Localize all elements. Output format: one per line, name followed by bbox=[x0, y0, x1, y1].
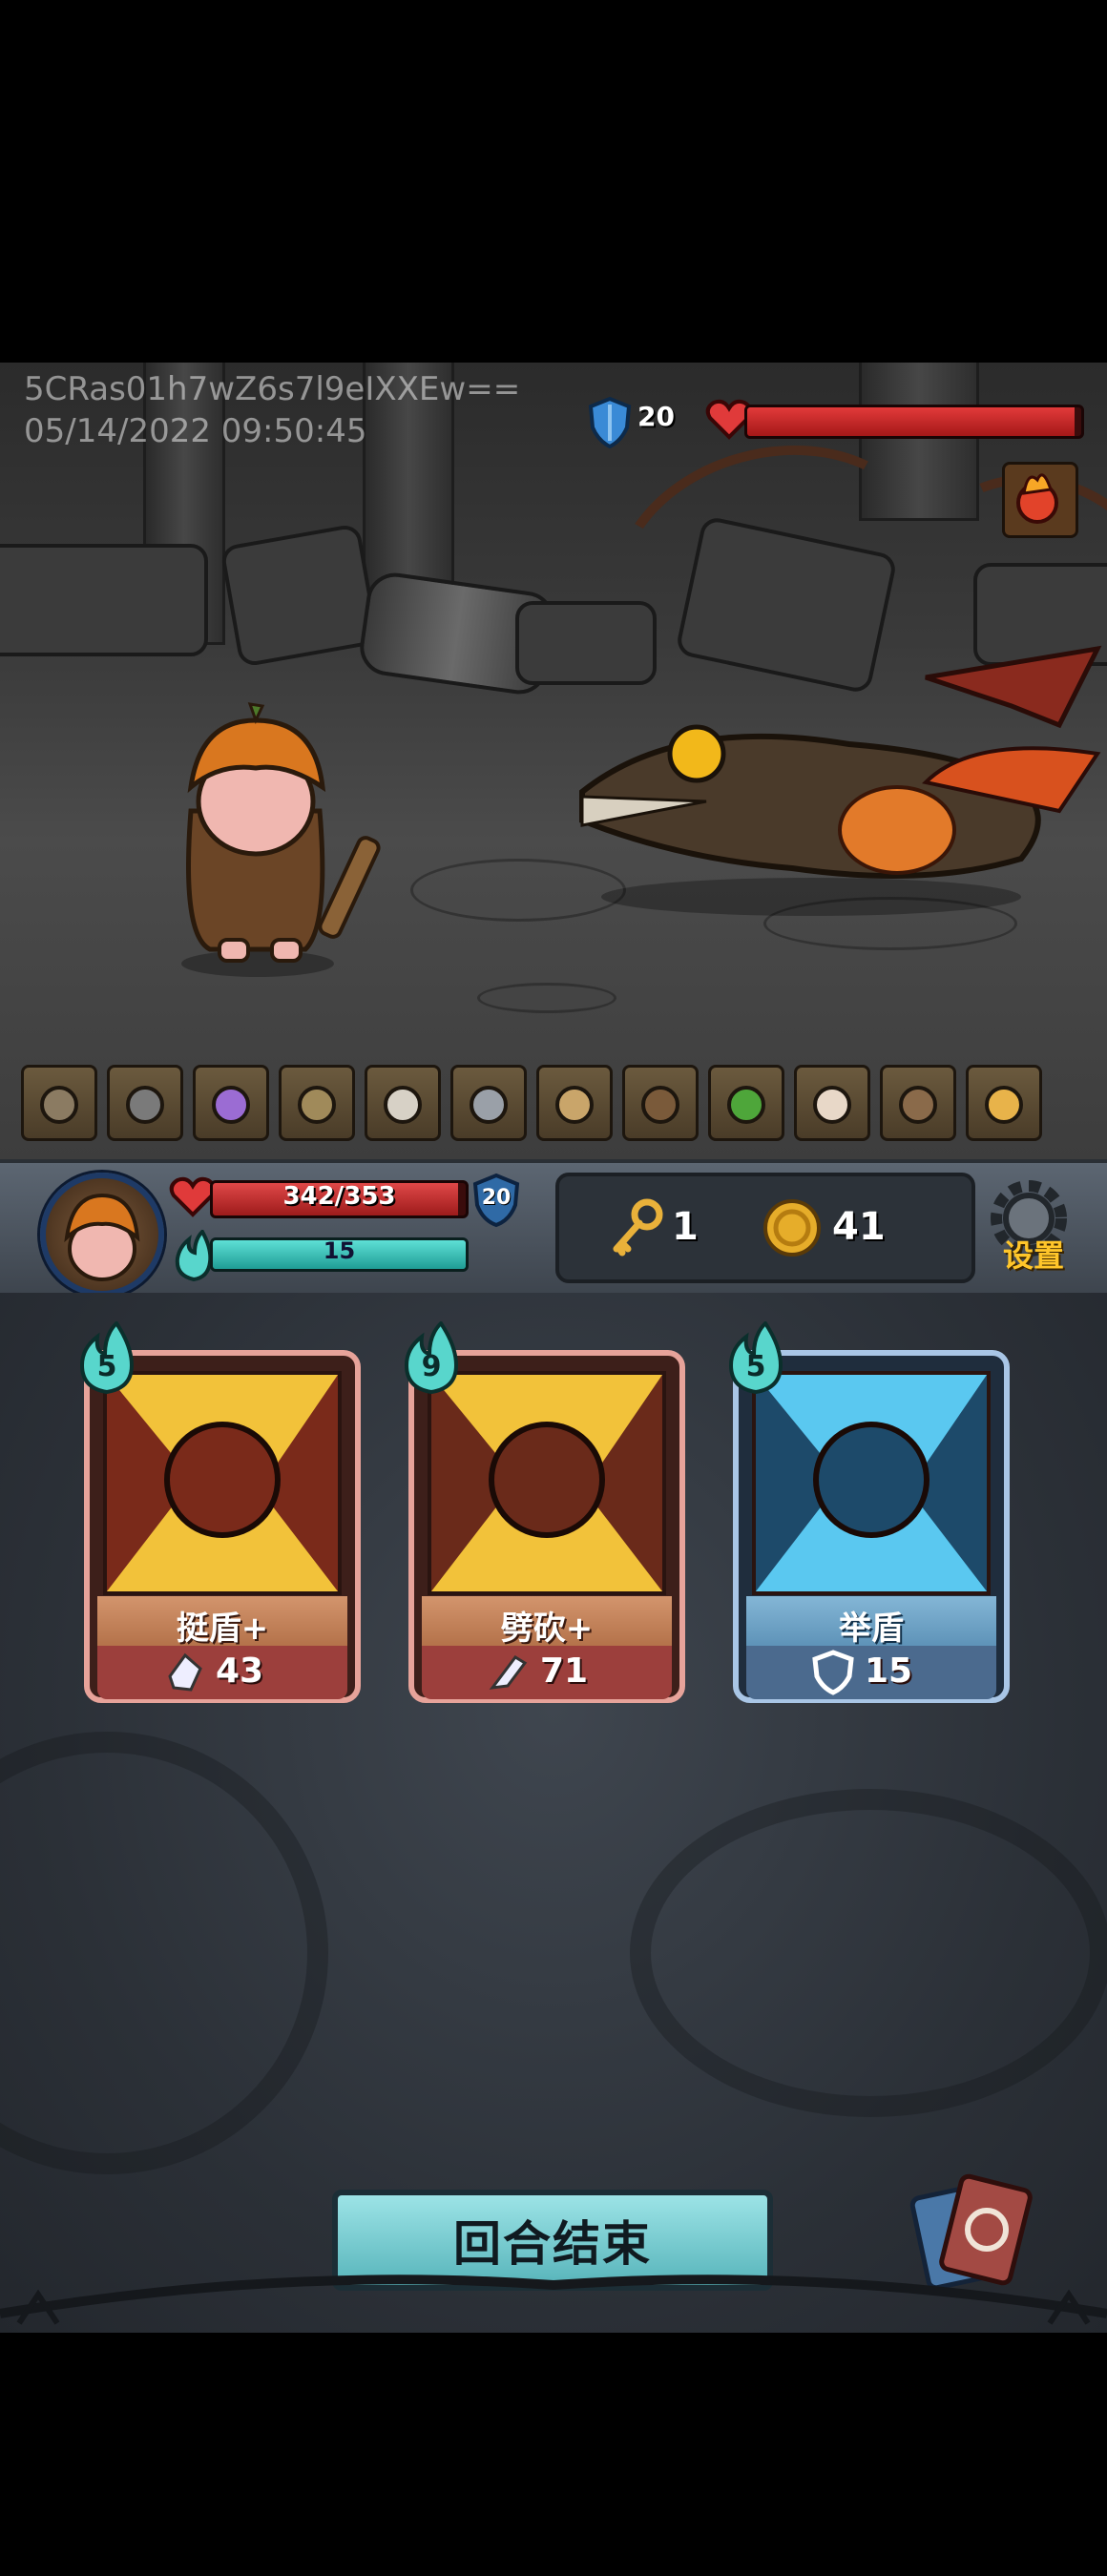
slash-claw-icon bbox=[489, 1655, 528, 1690]
coin-icon bbox=[763, 1199, 821, 1257]
floor-crack bbox=[477, 983, 616, 1013]
card-frame: 举盾 15 bbox=[733, 1350, 1010, 1703]
enemy-hp-bar bbox=[744, 405, 1084, 439]
shield-outline-icon bbox=[812, 1650, 854, 1695]
watermark-id: 5CRas01h7wZ6s7l9eIXXEw== bbox=[24, 370, 521, 408]
card-frame: 劈砍+ 71 bbox=[408, 1350, 685, 1703]
dragon-enemy[interactable] bbox=[563, 639, 1107, 925]
floor-decoration bbox=[630, 1789, 1107, 2117]
settings-label: 设置 bbox=[1002, 1237, 1064, 1274]
card-frame: 挺盾+ 43 bbox=[84, 1350, 361, 1703]
card[interactable]: 劈砍+ 71 9 bbox=[404, 1321, 695, 1703]
card-hand-area: 挺盾+ 43 5 劈砍+ 71 9 举盾 15 5 回合结束 bbox=[0, 1293, 1107, 2333]
card-title: 举盾 bbox=[839, 1610, 904, 1648]
card-title: 挺盾+ bbox=[176, 1610, 269, 1648]
enemy-hp-fill bbox=[747, 407, 1075, 436]
chest-relic-icon[interactable] bbox=[880, 1065, 956, 1141]
potion-jar-relic-icon[interactable] bbox=[193, 1065, 269, 1141]
player-hp-text: 342/353 bbox=[282, 1182, 396, 1211]
player-avatar[interactable] bbox=[40, 1173, 164, 1297]
bear-relic-icon[interactable] bbox=[622, 1065, 699, 1141]
fire-orb-icon[interactable] bbox=[1002, 462, 1078, 538]
resource-panel: 1 41 bbox=[555, 1173, 975, 1283]
scroll-relic-icon[interactable] bbox=[536, 1065, 613, 1141]
watermark-timestamp: 05/14/2022 09:50:45 bbox=[24, 412, 367, 450]
crystal-shard-icon bbox=[168, 1652, 202, 1692]
rubble-rock bbox=[0, 544, 208, 656]
horn-relic-icon[interactable] bbox=[966, 1065, 1042, 1141]
player-block-value: 20 bbox=[481, 1186, 512, 1210]
shovel-relic-icon[interactable] bbox=[279, 1065, 355, 1141]
green-gem-relic-icon[interactable] bbox=[708, 1065, 784, 1141]
card-stat-value: 71 bbox=[540, 1652, 589, 1691]
floor-decoration bbox=[0, 1732, 328, 2174]
shield-icon bbox=[588, 397, 632, 448]
energy-flame-icon bbox=[175, 1230, 213, 1281]
rubble-rock bbox=[219, 523, 380, 668]
key-icon bbox=[613, 1198, 663, 1257]
player-energy-text: 15 bbox=[323, 1237, 356, 1264]
axe-art bbox=[428, 1371, 666, 1595]
helmet-relic-icon[interactable] bbox=[450, 1065, 527, 1141]
card-stat-value: 43 bbox=[216, 1652, 264, 1691]
relic-bar bbox=[21, 1065, 1042, 1141]
enemy-block-value: 20 bbox=[637, 401, 675, 432]
claw-relic-icon[interactable] bbox=[365, 1065, 441, 1141]
bone-relic-icon[interactable] bbox=[794, 1065, 870, 1141]
card[interactable]: 举盾 15 5 bbox=[728, 1321, 1019, 1703]
watermark: 5CRas01h7wZ6s7l9eIXXEw== 05/14/2022 09:5… bbox=[24, 368, 520, 452]
game-screen: 5CRas01h7wZ6s7l9eIXXEw== 05/14/2022 09:5… bbox=[0, 363, 1107, 2333]
coin-count: 41 bbox=[832, 1205, 886, 1249]
battle-scene: 5CRas01h7wZ6s7l9eIXXEw== 05/14/2022 09:5… bbox=[0, 363, 1107, 1159]
bag-relic-icon[interactable] bbox=[21, 1065, 97, 1141]
player-status-bar: 342/353 20 15 1 41 设置 bbox=[0, 1159, 1107, 1302]
key-count: 1 bbox=[672, 1205, 699, 1249]
card-cost: 5 bbox=[96, 1350, 117, 1383]
card-cost: 9 bbox=[421, 1350, 442, 1383]
floor-rail bbox=[0, 2275, 1107, 2325]
card-stat-value: 15 bbox=[865, 1652, 913, 1691]
player-character[interactable] bbox=[143, 696, 401, 983]
card-cost: 5 bbox=[745, 1350, 766, 1383]
shield-burst-art bbox=[103, 1371, 342, 1595]
card[interactable]: 挺盾+ 43 5 bbox=[79, 1321, 370, 1703]
settings-button[interactable]: 设置 bbox=[981, 1176, 1086, 1281]
knight-art bbox=[752, 1371, 991, 1595]
card-title: 劈砍+ bbox=[500, 1610, 594, 1648]
trap-relic-icon[interactable] bbox=[107, 1065, 183, 1141]
